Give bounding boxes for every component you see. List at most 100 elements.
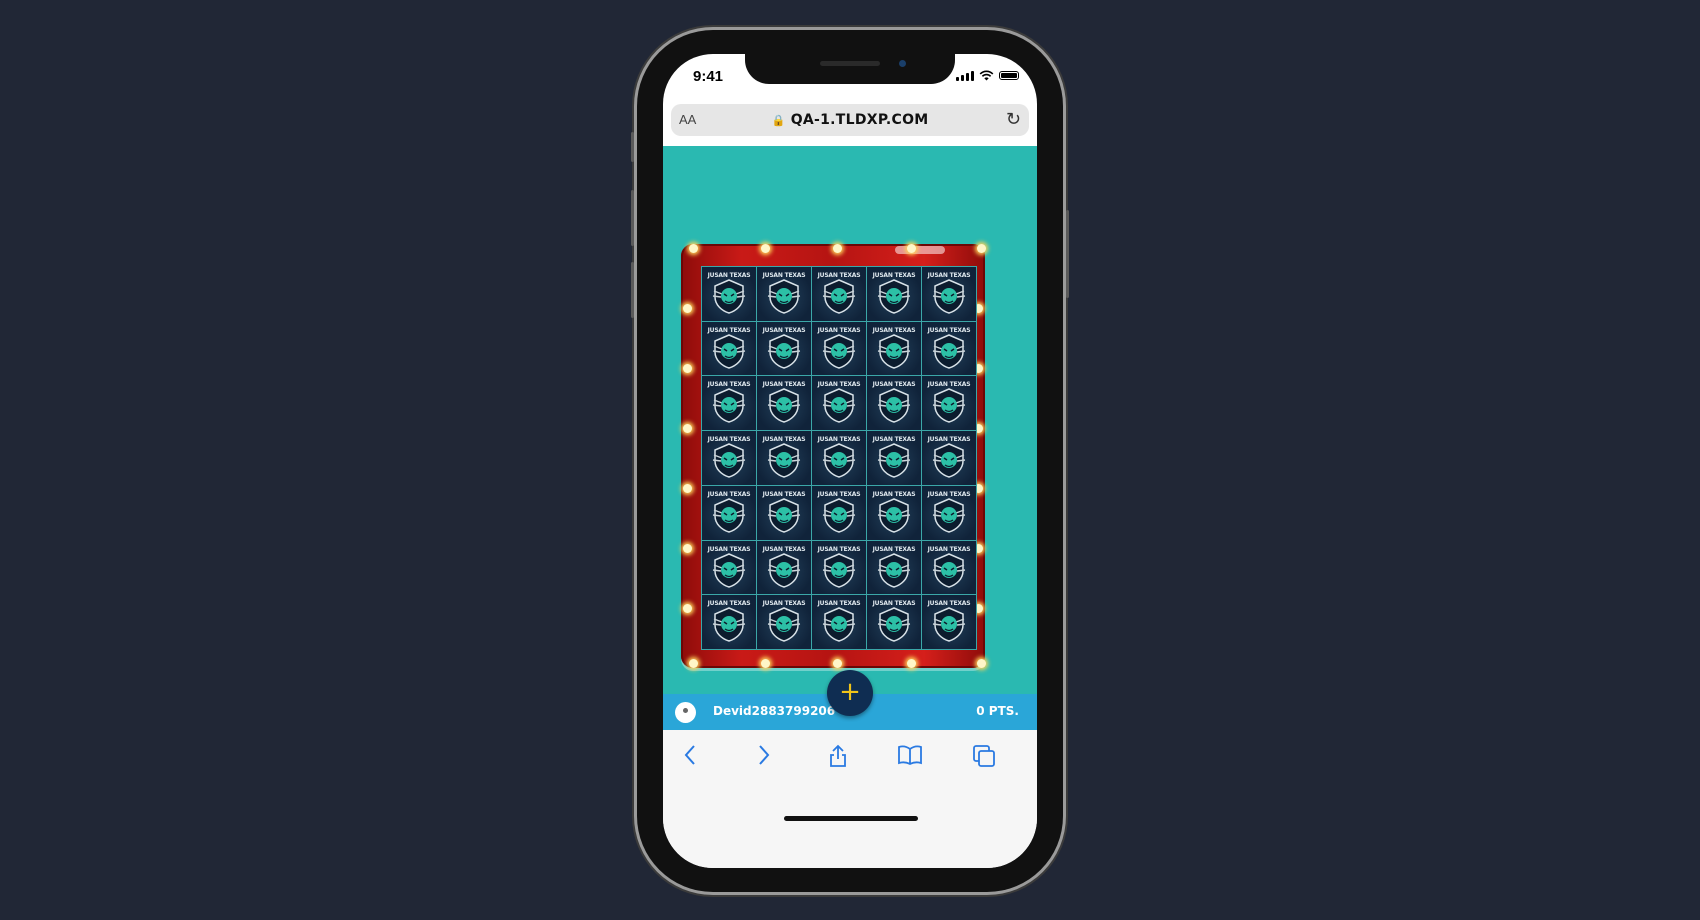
notch — [745, 54, 955, 84]
add-button[interactable]: + — [827, 670, 873, 716]
status-time: 9:41 — [693, 68, 724, 85]
home-indicator[interactable] — [784, 816, 918, 821]
url-text[interactable]: 🔒 QA-1.TLDXP.COM — [671, 112, 1029, 128]
team-logo-icon — [822, 279, 856, 314]
game-tile[interactable]: JUSAN TEXAS — [702, 540, 756, 595]
game-tile[interactable]: JUSAN TEXAS — [867, 431, 921, 485]
tile-grid: JUSAN TEXAS JUSAN TEXAS JUSAN TEXAS JUSAN T… — [701, 266, 977, 650]
game-tile[interactable]: JUSAN TEXAS — [702, 431, 756, 485]
browser-toolbar — [663, 730, 1037, 868]
game-tile[interactable]: JUSAN TEXAS — [757, 431, 811, 485]
team-logo-icon — [877, 388, 911, 424]
reload-icon[interactable]: ↻ — [1006, 109, 1021, 130]
team-logo-icon — [767, 333, 801, 369]
game-tile[interactable]: JUSAN TEXAS — [757, 540, 811, 595]
frame-light — [689, 244, 698, 253]
game-tile[interactable]: JUSAN TEXAS — [812, 540, 866, 595]
team-logo-icon — [767, 552, 801, 588]
team-logo-icon — [767, 607, 801, 643]
team-logo-icon — [712, 279, 746, 314]
team-logo-icon — [767, 279, 801, 314]
team-logo-icon — [712, 388, 746, 424]
frame-light — [683, 364, 692, 373]
team-logo-icon — [767, 443, 801, 478]
forward-icon[interactable] — [749, 744, 779, 770]
team-logo-icon — [877, 279, 911, 314]
frame-light — [833, 244, 842, 253]
bookmarks-icon[interactable] — [895, 744, 925, 770]
game-tile[interactable]: JUSAN TEXAS — [812, 267, 866, 321]
game-tile[interactable]: JUSAN TEXAS — [757, 321, 811, 376]
team-logo-icon — [877, 443, 911, 478]
game-tile[interactable]: JUSAN TEXAS — [757, 267, 811, 321]
game-tile[interactable]: JUSAN TEXAS — [867, 540, 921, 595]
team-logo-icon — [822, 552, 856, 588]
game-tile[interactable]: JUSAN TEXAS — [812, 431, 866, 485]
team-logo-icon — [712, 333, 746, 369]
team-logo-icon — [932, 552, 966, 588]
frame-shine — [895, 246, 945, 254]
volume-up-button — [631, 190, 634, 246]
game-tile[interactable]: JUSAN TEXAS — [757, 485, 811, 540]
frame-light — [907, 244, 916, 253]
team-logo-icon — [877, 498, 911, 533]
team-logo-icon — [822, 388, 856, 424]
url-label: QA-1.TLDXP.COM — [790, 112, 929, 128]
game-tile[interactable]: JUSAN TEXAS — [867, 321, 921, 376]
game-tile[interactable]: JUSAN TEXAS — [867, 267, 921, 321]
game-tile[interactable]: JUSAN TEXAS — [922, 431, 976, 485]
game-tile[interactable]: JUSAN TEXAS — [757, 595, 811, 649]
frame-light — [833, 659, 842, 668]
game-tile[interactable]: JUSAN TEXAS — [702, 267, 756, 321]
game-tile[interactable]: JUSAN TEXAS — [757, 376, 811, 431]
game-tile[interactable]: JUSAN TEXAS — [812, 595, 866, 649]
power-button — [1066, 210, 1069, 298]
team-logo-icon — [877, 607, 911, 643]
game-tile[interactable]: JUSAN TEXAS — [867, 485, 921, 540]
share-icon[interactable] — [823, 744, 853, 770]
back-icon[interactable] — [675, 744, 705, 770]
game-tile[interactable]: JUSAN TEXAS — [922, 595, 976, 649]
address-bar[interactable]: AA 🔒 QA-1.TLDXP.COM ↻ — [671, 104, 1029, 136]
game-tile[interactable]: JUSAN TEXAS — [867, 595, 921, 649]
team-logo-icon — [767, 388, 801, 424]
phone-screen: 9:41 AA 🔒 QA-1.TLDXP.COM ↻ JUSAN TEXAS J… — [663, 54, 1037, 868]
team-logo-icon — [767, 498, 801, 533]
game-tile[interactable]: JUSAN TEXAS — [922, 376, 976, 431]
frame-light — [683, 304, 692, 313]
volume-down-button — [631, 262, 634, 318]
game-tile[interactable]: JUSAN TEXAS — [702, 321, 756, 376]
game-tile[interactable]: JUSAN TEXAS — [812, 376, 866, 431]
team-logo-icon — [932, 279, 966, 314]
game-tile[interactable]: JUSAN TEXAS — [922, 485, 976, 540]
frame-light — [977, 659, 986, 668]
game-tile[interactable]: JUSAN TEXAS — [922, 321, 976, 376]
game-tile[interactable]: JUSAN TEXAS — [867, 376, 921, 431]
team-logo-icon — [932, 443, 966, 478]
mute-switch — [631, 132, 634, 162]
game-tile[interactable]: JUSAN TEXAS — [922, 540, 976, 595]
team-logo-icon — [712, 498, 746, 533]
game-tile[interactable]: JUSAN TEXAS — [702, 376, 756, 431]
game-tile[interactable]: JUSAN TEXAS — [702, 595, 756, 649]
frame-light — [683, 424, 692, 433]
game-tile[interactable]: JUSAN TEXAS — [922, 267, 976, 321]
team-logo-icon — [822, 498, 856, 533]
frame-light — [683, 544, 692, 553]
avatar[interactable] — [675, 702, 696, 723]
tabs-icon[interactable] — [969, 744, 999, 770]
team-logo-icon — [932, 388, 966, 424]
game-tile[interactable]: JUSAN TEXAS — [812, 485, 866, 540]
team-logo-icon — [877, 552, 911, 588]
team-logo-icon — [712, 443, 746, 478]
lock-icon: 🔒 — [771, 114, 786, 127]
frame-light — [907, 659, 916, 668]
points-label: 0 PTS. — [976, 704, 1019, 718]
team-logo-icon — [932, 333, 966, 369]
team-logo-icon — [822, 607, 856, 643]
game-tile[interactable]: JUSAN TEXAS — [812, 321, 866, 376]
game-tile[interactable]: JUSAN TEXAS — [702, 485, 756, 540]
frame-light — [689, 659, 698, 668]
frame-light — [683, 604, 692, 613]
team-logo-icon — [822, 443, 856, 478]
